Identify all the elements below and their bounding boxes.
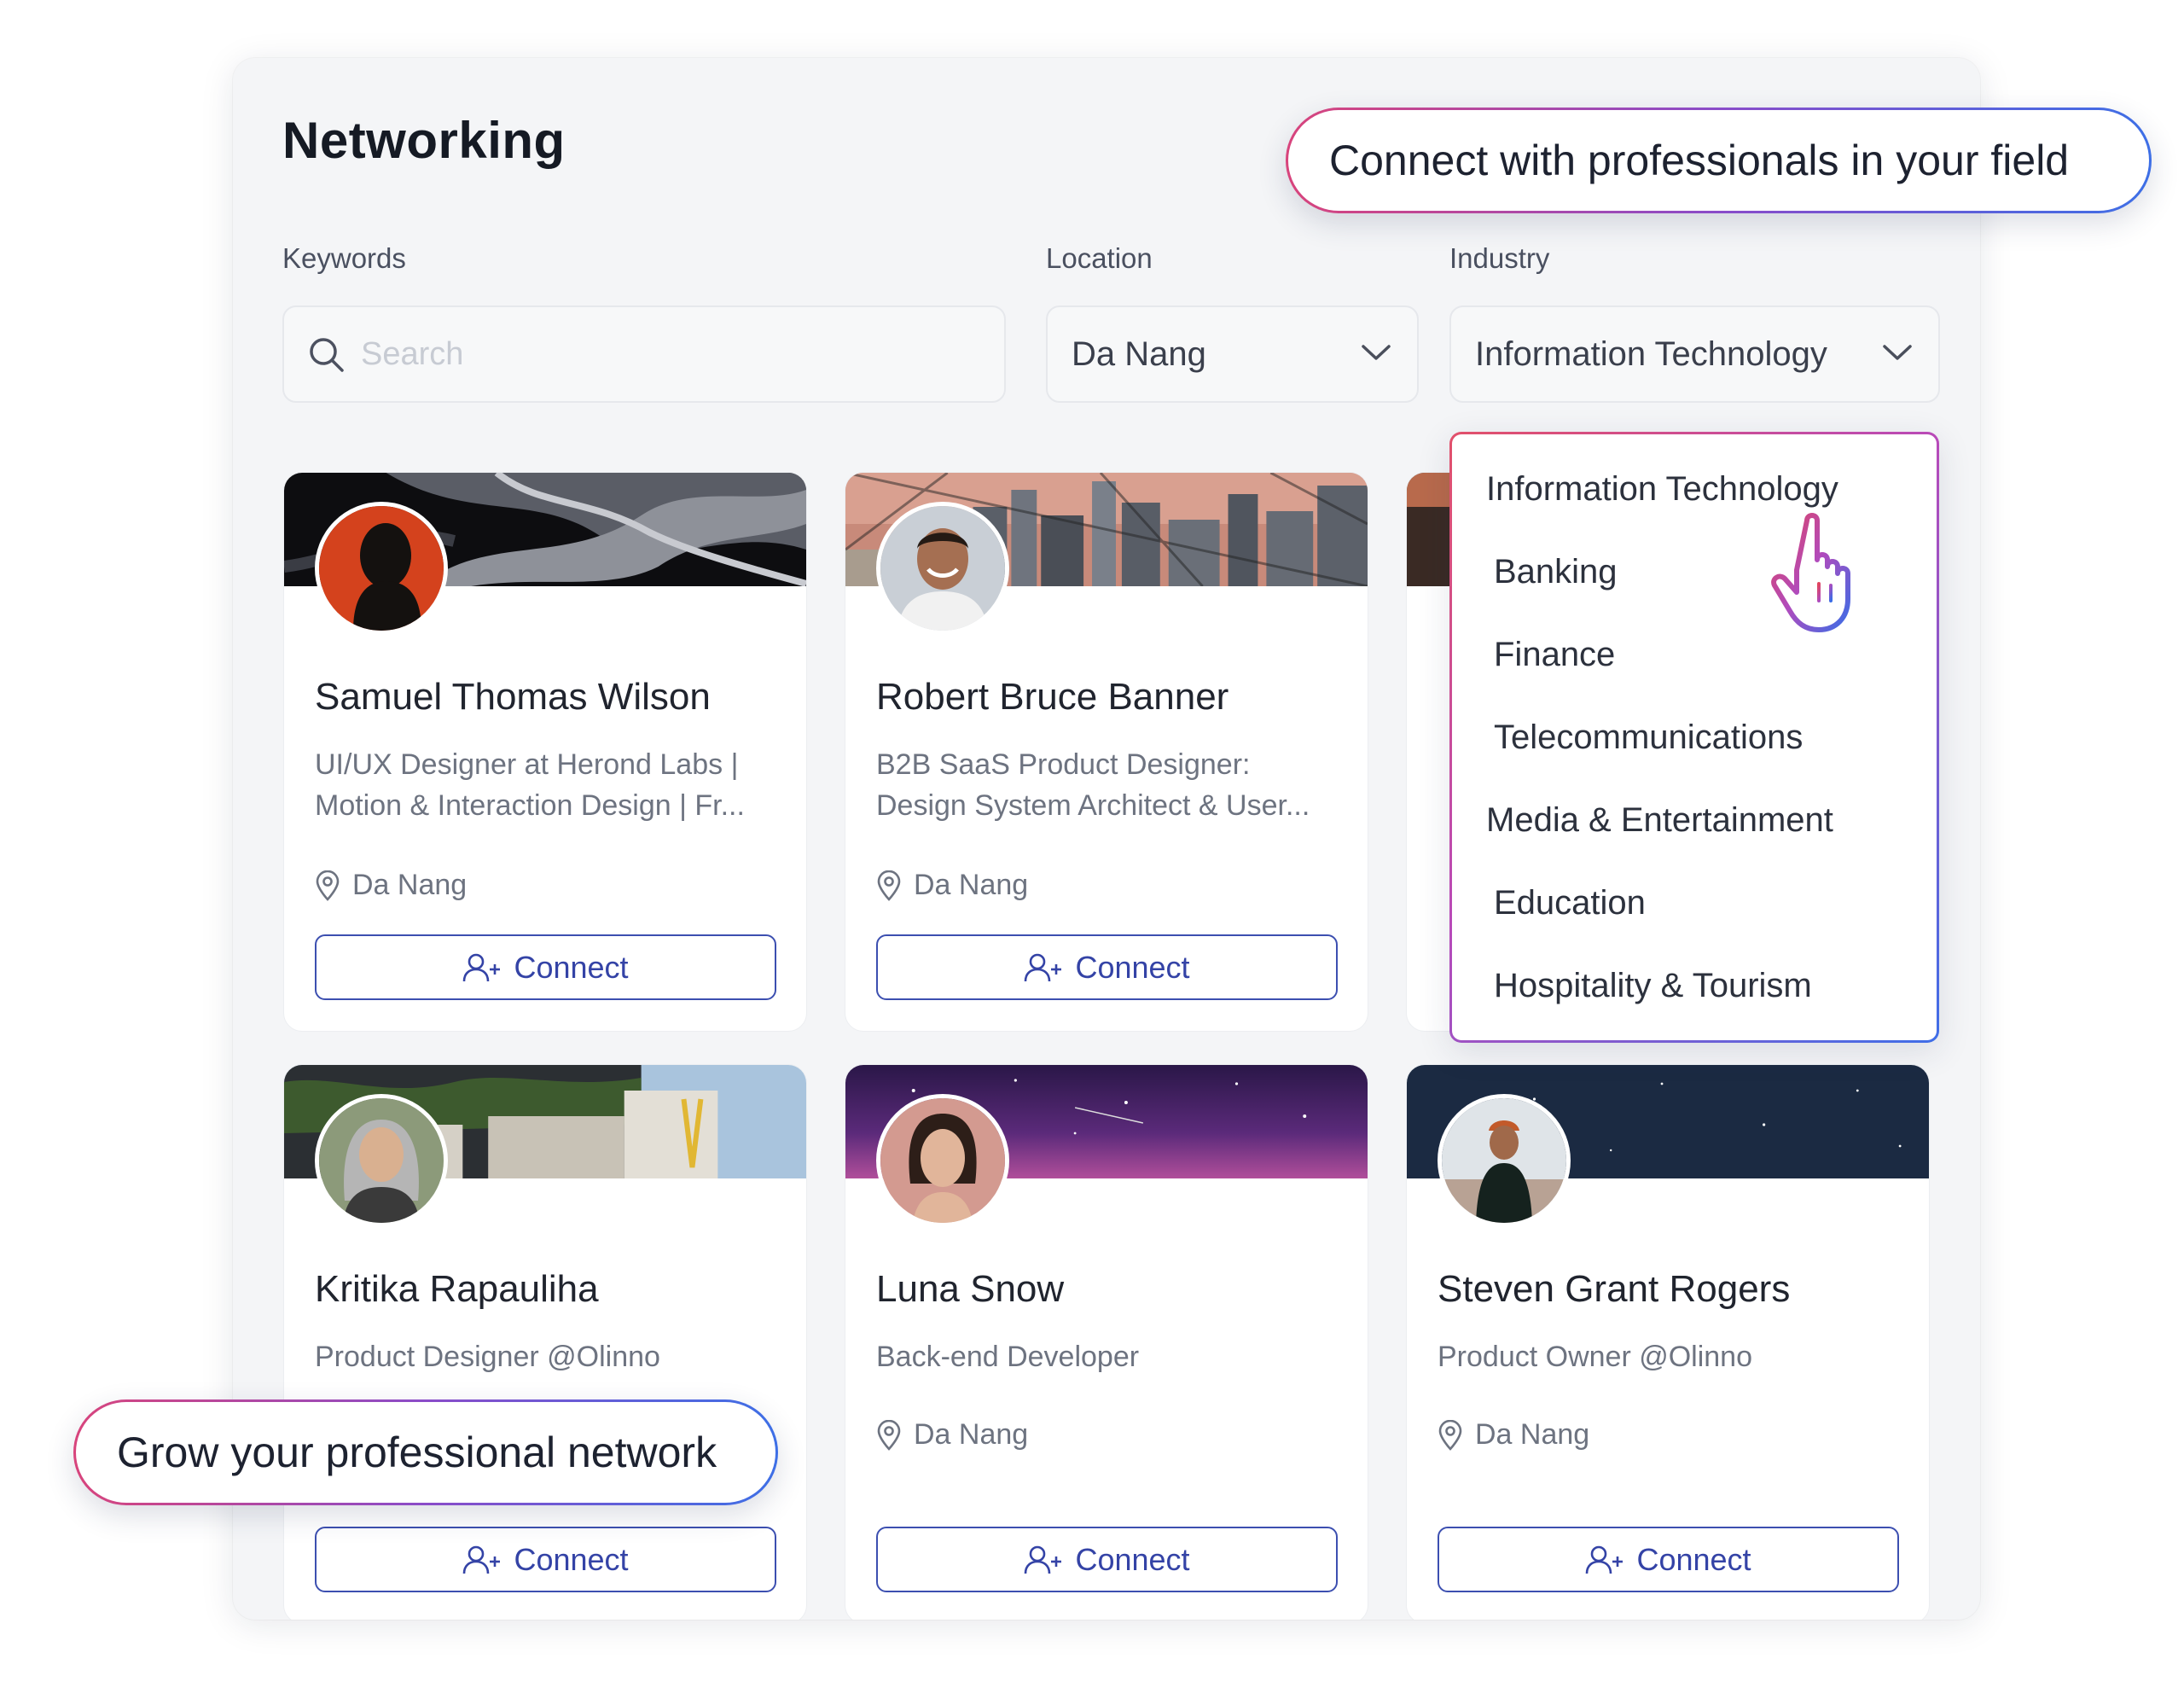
avatar (1438, 1094, 1571, 1227)
location-pin-icon (1438, 1419, 1462, 1451)
location-select-value: Da Nang (1072, 335, 1206, 373)
connect-button-label: Connect (1636, 1541, 1751, 1577)
keywords-search-box[interactable] (282, 305, 1006, 403)
keywords-label: Keywords (282, 242, 406, 274)
location-pin-icon (877, 1419, 901, 1451)
location-pin-icon (877, 870, 901, 901)
connect-button-label: Connect (1075, 949, 1190, 985)
dropdown-option-hospitality-tourism[interactable]: Hospitality & Tourism (1494, 967, 1812, 1005)
location-text: Da Nang (914, 869, 1029, 901)
connect-button-label: Connect (514, 949, 629, 985)
callout-top: Connect with professionals in your field (1286, 108, 2152, 213)
add-user-icon (1025, 953, 1062, 981)
profile-location: Da Nang (876, 869, 1028, 902)
headline-line: Product Designer @Olinno (315, 1341, 660, 1373)
dropdown-option-media-entertainment[interactable]: Media & Entertainment (1486, 801, 1833, 840)
profile-card: Steven Grant Rogers Product Owner @Olinn… (1406, 1064, 1930, 1620)
headline-line: Back-end Developer (876, 1341, 1140, 1373)
location-text: Da Nang (352, 869, 468, 901)
headline-line: Design System Architect & User... (876, 789, 1310, 822)
location-pin-icon (316, 870, 340, 901)
profile-name: Kritika Rapauliha (315, 1268, 599, 1310)
avatar (315, 1094, 448, 1227)
profile-card: Samuel Thomas Wilson UI/UX Designer at H… (283, 472, 807, 1032)
location-text: Da Nang (914, 1418, 1029, 1451)
add-user-icon (463, 1545, 501, 1574)
chevron-down-icon (1362, 345, 1391, 360)
connect-button[interactable]: Connect (315, 1527, 776, 1592)
headline-line: Product Owner @Olinno (1438, 1341, 1753, 1373)
industry-label: Industry (1449, 242, 1550, 274)
profile-headline: UI/UX Designer at Herond Labs | Motion &… (315, 744, 793, 826)
connect-button[interactable]: Connect (315, 934, 776, 1000)
search-icon (310, 338, 344, 372)
avatar (315, 502, 448, 635)
profile-name: Robert Bruce Banner (876, 676, 1229, 718)
profile-name: Luna Snow (876, 1268, 1065, 1310)
callout-bottom-text: Grow your professional network (117, 1428, 717, 1476)
connect-button[interactable]: Connect (876, 934, 1338, 1000)
dropdown-option-information-technology[interactable]: Information Technology (1486, 470, 1838, 509)
industry-select[interactable]: Information Technology (1449, 305, 1940, 403)
profile-headline: Product Owner @Olinno (1438, 1336, 1915, 1377)
industry-select-value: Information Technology (1475, 335, 1827, 373)
profile-location: Da Nang (1438, 1418, 1589, 1452)
location-text: Da Nang (1475, 1418, 1590, 1451)
dropdown-option-education[interactable]: Education (1494, 884, 1646, 922)
avatar (876, 502, 1009, 635)
location-label: Location (1046, 242, 1153, 274)
dropdown-option-telecommunications[interactable]: Telecommunications (1494, 719, 1803, 757)
headline-line: UI/UX Designer at Herond Labs | (315, 748, 739, 781)
dropdown-option-finance[interactable]: Finance (1494, 636, 1615, 674)
add-user-icon (463, 953, 501, 981)
callout-top-text: Connect with professionals in your field (1329, 137, 2070, 184)
connect-button-label: Connect (514, 1541, 629, 1577)
connect-button-label: Connect (1075, 1541, 1190, 1577)
add-user-icon (1586, 1545, 1623, 1574)
pointer-hand-icon (1771, 513, 1850, 632)
callout-bottom: Grow your professional network (73, 1399, 778, 1505)
chevron-down-icon (1883, 345, 1912, 360)
profile-card: Robert Bruce Banner B2B SaaS Product Des… (845, 472, 1368, 1032)
profile-location: Da Nang (876, 1418, 1028, 1452)
headline-line: Motion & Interaction Design | Fr... (315, 789, 745, 822)
profile-headline: Back-end Developer (876, 1336, 1354, 1377)
profile-card: Luna Snow Back-end Developer Da Nang Con… (845, 1064, 1368, 1620)
headline-line: B2B SaaS Product Designer: (876, 748, 1251, 781)
add-user-icon (1025, 1545, 1062, 1574)
avatar (876, 1094, 1009, 1227)
location-select[interactable]: Da Nang (1046, 305, 1419, 403)
search-input[interactable] (361, 307, 992, 401)
connect-button[interactable]: Connect (1438, 1527, 1899, 1592)
profile-headline: Product Designer @Olinno (315, 1336, 793, 1377)
connect-button[interactable]: Connect (876, 1527, 1338, 1592)
profile-headline: B2B SaaS Product Designer: Design System… (876, 744, 1354, 826)
profile-name: Steven Grant Rogers (1438, 1268, 1791, 1310)
page-title: Networking (282, 112, 566, 169)
profile-location: Da Nang (315, 869, 467, 902)
profile-name: Samuel Thomas Wilson (315, 676, 711, 718)
dropdown-option-banking[interactable]: Banking (1494, 553, 1618, 591)
profile-card: Kritika Rapauliha Product Designer @Olin… (283, 1064, 807, 1620)
